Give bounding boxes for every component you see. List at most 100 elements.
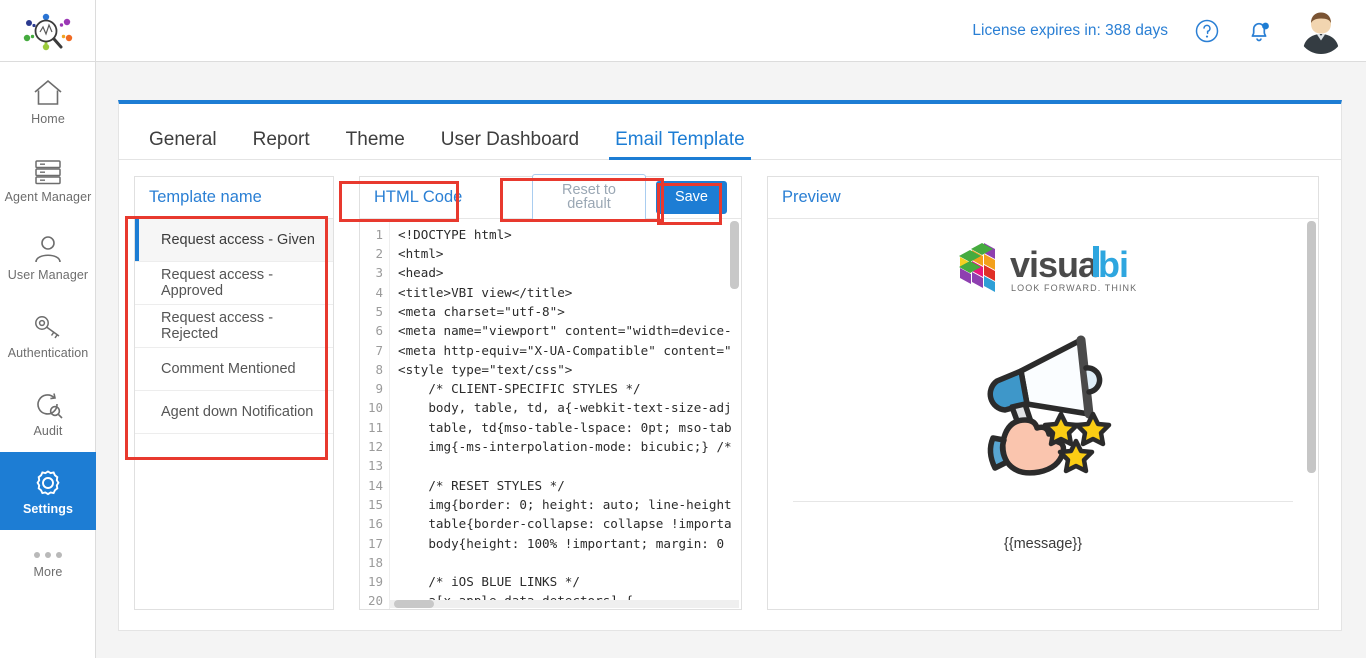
- line-number: 4: [375, 284, 383, 300]
- save-button[interactable]: Save: [655, 181, 727, 214]
- help-circle-icon[interactable]: [1194, 18, 1220, 44]
- svg-text:visua: visua: [1010, 244, 1099, 285]
- list-item[interactable]: Comment Mentioned: [135, 348, 333, 391]
- reset-to-default-button[interactable]: Reset to default: [532, 173, 646, 221]
- list-item[interactable]: Request access - Given: [135, 218, 333, 262]
- template-item-label: Agent down Notification: [161, 403, 314, 420]
- sidebar-item-agent-manager[interactable]: Agent Manager: [0, 140, 96, 218]
- sidebar-item-label: Authentication: [7, 346, 89, 361]
- line-number: 20: [367, 593, 383, 609]
- line-number: 11: [367, 419, 383, 435]
- tab-user-dashboard[interactable]: User Dashboard: [427, 130, 593, 159]
- tab-report[interactable]: Report: [239, 130, 324, 159]
- megaphone-with-stars-illustration-icon: [963, 326, 1123, 481]
- sidebar-item-label: Agent Manager: [4, 190, 92, 205]
- line-number: 6: [375, 323, 383, 339]
- line-number-gutter: 1 2 3 4 5 6 7 8 9 10 11 12 13 14 15 16 17 18 19 20: [360, 218, 390, 609]
- svg-text:bi: bi: [1098, 244, 1128, 285]
- sidebar-item-audit[interactable]: Audit: [0, 374, 96, 452]
- app-root: Home Agent Manager User Manager Authenti…: [0, 0, 1366, 658]
- code-editor[interactable]: 1 2 3 4 5 6 7 8 9 10 11 12 13 14 15 16 17 18 19 20 <!DOCTYP…: [360, 218, 741, 609]
- code-line: <meta http-equiv="X-UA-Compatible" conte…: [398, 342, 732, 358]
- sidebar-item-home[interactable]: Home: [0, 62, 96, 140]
- code-line: <meta name="viewport" content="width=dev…: [398, 323, 732, 339]
- line-number: 12: [367, 439, 383, 455]
- sidebar-item-label: User Manager: [7, 268, 89, 283]
- line-number: 2: [375, 246, 383, 262]
- line-number: 18: [367, 554, 383, 570]
- sidebar-item-more[interactable]: More: [0, 530, 96, 600]
- code-horizontal-scrollbar-thumb[interactable]: [394, 600, 434, 608]
- line-number: 10: [367, 400, 383, 416]
- analytics-magnifier-logo-icon: [23, 13, 73, 50]
- html-code-header: HTML Code Reset to default Save: [360, 173, 741, 221]
- template-name-panel: Template name Request access - Given Req…: [134, 175, 334, 610]
- line-number: 8: [375, 361, 383, 377]
- code-horizontal-scrollbar-track[interactable]: [390, 600, 739, 608]
- code-line: body{height: 100% !important; margin: 0: [398, 535, 725, 551]
- preview-title: Preview: [782, 187, 841, 206]
- code-line: table, td{mso-table-lspace: 0pt; mso-tab: [398, 419, 732, 435]
- line-number: 14: [367, 477, 383, 493]
- line-number: 1: [375, 226, 383, 242]
- sidebar-item-settings[interactable]: Settings: [0, 452, 96, 530]
- template-item-label: Comment Mentioned: [161, 360, 296, 377]
- list-item[interactable]: Request access - Rejected: [135, 305, 333, 348]
- code-line: <title>VBI view</title>: [398, 284, 573, 300]
- code-line: <head>: [398, 265, 444, 281]
- code-line: <style type="text/css">: [398, 361, 573, 377]
- tab-email-template[interactable]: Email Template: [601, 130, 759, 160]
- code-line: /* CLIENT-SPECIFIC STYLES */: [398, 381, 641, 397]
- gear-icon: [31, 466, 65, 500]
- template-item-label: Request access - Given: [161, 231, 315, 248]
- template-name-title: Template name: [149, 187, 262, 206]
- code-content[interactable]: <!DOCTYPE html> <html> <head> <title>VBI vi…: [390, 219, 741, 609]
- tab-theme[interactable]: Theme: [332, 130, 419, 159]
- home-icon: [31, 76, 65, 110]
- sidebar-item-user-manager[interactable]: User Manager: [0, 218, 96, 296]
- preview-message-placeholder: {{message}}: [1003, 535, 1083, 552]
- sidebar-item-label: Settings: [22, 502, 74, 517]
- audit-search-icon: [31, 388, 65, 422]
- preview-panel: Preview visua bi LOOK FORWARD. THINK {{m…: [767, 175, 1319, 610]
- page-body: General Report Theme User Dashboard Emai…: [96, 62, 1366, 658]
- server-stack-icon: [31, 154, 65, 188]
- sidebar: Home Agent Manager User Manager Authenti…: [0, 0, 96, 658]
- line-number: 7: [375, 342, 383, 358]
- tab-general[interactable]: General: [135, 130, 231, 159]
- brand-logo[interactable]: [0, 0, 96, 62]
- html-code-title: HTML Code: [374, 187, 463, 206]
- svg-text:LOOK FORWARD. THINK AHEAD.: LOOK FORWARD. THINK AHEAD.: [1011, 283, 1136, 293]
- template-name-header: Template name: [135, 177, 333, 219]
- avatar[interactable]: [1298, 7, 1344, 54]
- preview-content: visua bi LOOK FORWARD. THINK AHEAD.: [768, 219, 1318, 609]
- code-line: /* iOS BLUE LINKS */: [398, 574, 580, 590]
- bell-icon[interactable]: [1246, 17, 1272, 45]
- html-code-panel: HTML Code Reset to default Save 12345678…: [359, 173, 742, 610]
- code-line: body, table, td, a{-webkit-text-size-adj: [398, 400, 732, 416]
- license-expiry-text: License expires in: 388 days: [972, 21, 1168, 39]
- line-number: 9: [375, 381, 383, 397]
- code-line: <meta charset="utf-8">: [398, 303, 565, 319]
- template-item-label: Request access - Rejected: [161, 309, 274, 342]
- preview-scrollbar[interactable]: [1307, 220, 1316, 473]
- list-item[interactable]: Request access - Approved: [135, 262, 333, 305]
- visualbi-logo: visua bi LOOK FORWARD. THINK AHEAD.: [950, 237, 1179, 304]
- template-list: Request access - Given Request access - …: [135, 218, 333, 609]
- notification-badge: [1262, 22, 1269, 29]
- main-area: License expires in: 388 days General Rep…: [96, 0, 1366, 658]
- sidebar-item-label: More: [33, 564, 63, 579]
- code-line: table{border-collapse: collapse !importa: [398, 516, 732, 532]
- html-code-actions: Reset to default Save: [532, 173, 727, 221]
- code-line: img{-ms-interpolation-mode: bicubic;} /*: [398, 439, 732, 455]
- settings-tabs: General Report Theme User Dashboard Emai…: [119, 104, 1341, 160]
- code-vertical-scrollbar[interactable]: [730, 220, 739, 289]
- sidebar-item-authentication[interactable]: Authentication: [0, 296, 96, 374]
- key-icon: [31, 310, 65, 344]
- sidebar-item-label: Home: [31, 112, 65, 127]
- list-item[interactable]: Agent down Notification: [135, 391, 333, 434]
- line-number: 17: [367, 535, 383, 551]
